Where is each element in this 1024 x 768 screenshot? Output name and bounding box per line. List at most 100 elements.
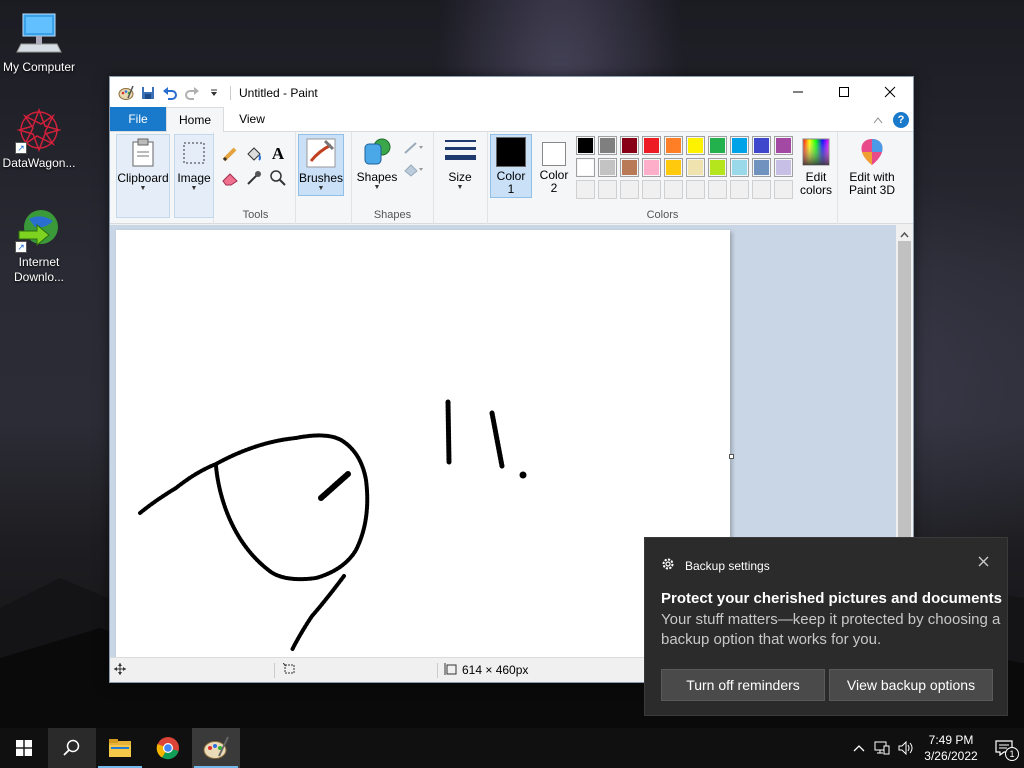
backup-notification[interactable]: Backup settings Protect your cherished p… [644,537,1008,716]
turn-off-reminders-button[interactable]: Turn off reminders [661,669,825,701]
drawing-canvas[interactable] [116,230,730,659]
computer-icon [15,10,63,58]
chevron-down-icon: ▼ [139,185,147,192]
color-swatch[interactable] [686,136,705,155]
maximize-button[interactable] [821,77,867,107]
paint3d-label-b: Paint 3D [848,183,896,197]
minimize-button[interactable] [775,77,821,107]
show-hidden-icons-icon[interactable] [848,744,870,752]
chrome-button[interactable] [144,728,192,768]
clock[interactable]: 7:49 PM 3/26/2022 [918,732,984,764]
file-explorer-button[interactable] [96,728,144,768]
color-swatch[interactable] [576,158,595,177]
color-swatch[interactable] [598,136,617,155]
tab-view[interactable]: View [224,107,280,131]
brushes-button[interactable]: Brushes ▼ [298,134,344,196]
desktop-icon-internet-download[interactable]: ↗ Internet Downlo... [1,205,77,285]
edit-with-paint3d-button[interactable]: Edit with Paint 3D [842,134,902,198]
color-swatch[interactable] [664,136,683,155]
action-center-button[interactable]: 1 [984,728,1024,768]
color-swatch[interactable] [708,158,727,177]
fill-bucket-icon[interactable] [244,144,264,164]
pencil-icon[interactable] [220,144,240,164]
color-swatch[interactable] [576,180,595,199]
shapes-label: Shapes [356,170,398,184]
shapes-button[interactable]: Shapes ▼ [354,134,400,196]
clipboard-button[interactable]: Clipboard ▼ [116,134,170,218]
text-tool-icon[interactable]: A [268,144,288,164]
color-swatch[interactable] [642,180,661,199]
clock-date: 3/26/2022 [924,749,978,763]
color-swatch[interactable] [708,136,727,155]
color-swatch[interactable] [774,136,793,155]
chevron-down-icon: ▼ [190,185,198,192]
magnifier-icon[interactable] [268,168,288,188]
paint-taskbar-button[interactable] [192,728,240,768]
view-backup-options-button[interactable]: View backup options [829,669,993,701]
tab-home[interactable]: Home [166,107,224,132]
chrome-icon [156,737,179,760]
shortcut-arrow-icon: ↗ [15,241,27,253]
close-notification-button[interactable] [978,554,989,572]
tab-file[interactable]: File [110,107,166,131]
color-swatch[interactable] [752,158,771,177]
color-swatch[interactable] [730,136,749,155]
color-swatch[interactable] [708,180,727,199]
volume-icon[interactable] [894,741,918,755]
color-swatch[interactable] [686,180,705,199]
paint-app-icon[interactable] [118,85,134,101]
help-icon[interactable]: ? [893,112,909,128]
color-swatch[interactable] [774,180,793,199]
redo-icon[interactable] [184,85,200,101]
desktop-icon-my-computer[interactable]: My Computer [1,10,77,75]
search-button[interactable] [48,728,96,768]
start-button[interactable] [0,728,48,768]
customize-quick-access-icon[interactable] [206,85,222,101]
taskbar: 7:49 PM 3/26/2022 1 [0,728,1024,768]
edit-colors-button[interactable]: Edit colors [796,134,836,198]
color2-button[interactable]: Color 2 [534,134,574,198]
color-swatch[interactable] [598,180,617,199]
eraser-icon[interactable] [220,168,240,188]
network-icon[interactable] [870,741,894,755]
color-swatch[interactable] [598,158,617,177]
size-button[interactable]: Size ▼ [440,134,480,196]
color-swatch[interactable] [664,158,683,177]
color-swatch[interactable] [620,180,639,199]
image-button[interactable]: Image ▼ [174,134,214,218]
color-swatch[interactable] [642,158,661,177]
paint3d-label-a: Edit with [849,170,895,184]
color1-button[interactable]: Color 1 [490,134,532,198]
system-tray: 7:49 PM 3/26/2022 1 [848,728,1024,768]
color-picker-icon[interactable] [244,168,264,188]
color2-label-a: Color [539,168,569,182]
color-swatch[interactable] [620,158,639,177]
color-swatch[interactable] [774,158,793,177]
canvas-resize-handle[interactable] [729,454,734,459]
ribbon-home: Clipboard ▼ Image ▼ A Tools Brushes ▼ Sh… [110,132,913,224]
close-button[interactable] [867,77,913,107]
clock-time: 7:49 PM [928,733,974,747]
fill-icon[interactable] [402,160,426,180]
color-swatch[interactable] [642,136,661,155]
scroll-up-icon[interactable] [900,228,909,242]
color-swatch[interactable] [620,136,639,155]
title-bar[interactable]: Untitled - Paint [110,77,913,108]
save-icon[interactable] [140,85,156,101]
color-swatch[interactable] [730,180,749,199]
clipboard-icon [127,137,159,169]
color-swatch[interactable] [664,180,683,199]
paint3d-icon [856,136,888,168]
scroll-thumb[interactable] [898,241,911,541]
undo-icon[interactable] [162,85,178,101]
desktop-icon-datawagon[interactable]: ↗ DataWagon... [1,106,77,171]
color-swatch[interactable] [686,158,705,177]
outline-icon[interactable] [402,138,426,158]
color-swatch[interactable] [576,136,595,155]
color-swatch[interactable] [752,180,771,199]
color-swatch[interactable] [730,158,749,177]
chevron-down-icon: ▼ [373,184,381,191]
collapse-ribbon-icon[interactable] [873,113,883,127]
color-swatch[interactable] [752,136,771,155]
desktop-icon-label: My Computer [2,60,76,74]
